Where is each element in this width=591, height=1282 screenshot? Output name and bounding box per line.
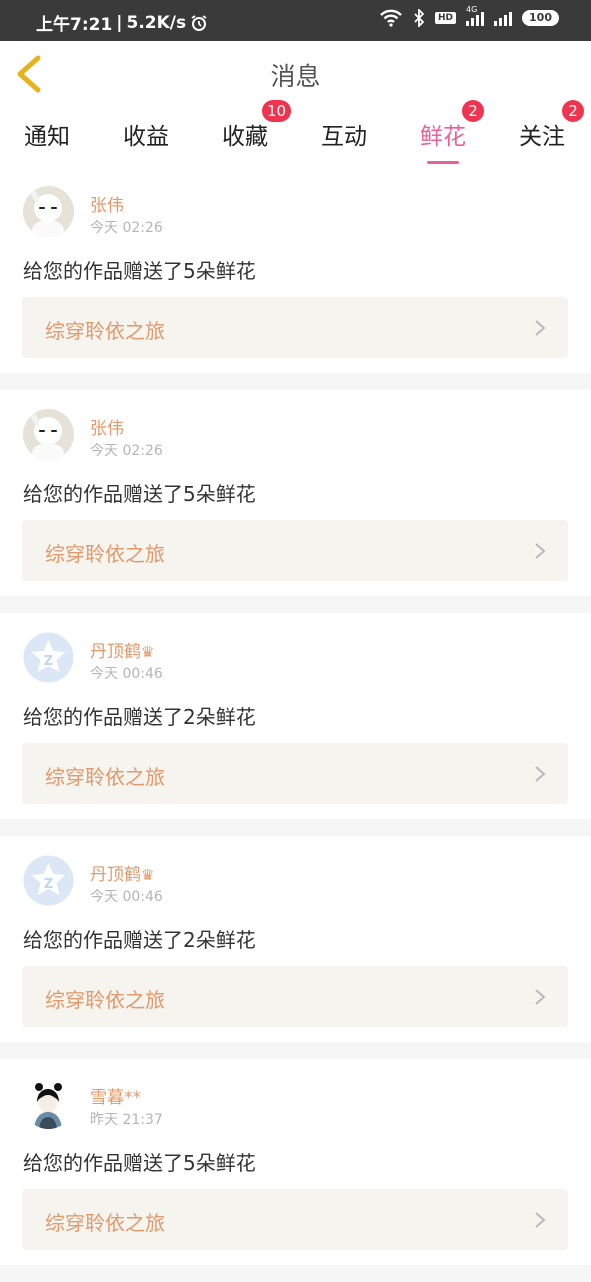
tab-label: 收益 xyxy=(123,124,169,150)
work-title: 综穿聆依之旅 xyxy=(45,765,165,789)
tab-bar: 通知 收益 收藏 10 互动 鲜花 2 关注 2 xyxy=(0,100,591,167)
following-badge: 2 xyxy=(562,100,584,122)
user-avatar[interactable] xyxy=(23,1078,74,1129)
chevron-right-icon xyxy=(535,1212,546,1228)
tab-label: 鲜花 xyxy=(420,124,466,150)
tab-favorites[interactable]: 收藏 10 xyxy=(222,100,292,151)
status-separator: | xyxy=(116,12,123,33)
page-title: 消息 xyxy=(270,62,321,91)
tab-label: 关注 xyxy=(519,124,565,150)
work-title: 综穿聆依之旅 xyxy=(45,1211,165,1235)
message-card: 张伟 今天 02:26 给您的作品赠送了5朵鲜花 综穿聆依之旅 xyxy=(0,167,591,373)
default-star-avatar-icon: Z xyxy=(23,855,74,906)
username-text: 张伟 xyxy=(90,196,124,216)
timestamp: 今天 00:46 xyxy=(90,889,163,905)
user-avatar[interactable]: Z xyxy=(23,632,74,683)
tab-label: 收藏 xyxy=(222,124,268,150)
signal-icon xyxy=(494,10,513,26)
work-title: 综穿聆依之旅 xyxy=(45,542,165,566)
tab-earnings[interactable]: 收益 xyxy=(123,117,169,151)
work-link[interactable]: 综穿聆依之旅 xyxy=(22,520,568,581)
message-card: 雪暮** 昨天 21:37 给您的作品赠送了5朵鲜花 综穿聆依之旅 xyxy=(0,1059,591,1265)
timestamp: 今天 02:26 xyxy=(90,220,163,236)
message-text: 给您的作品赠送了5朵鲜花 xyxy=(23,259,256,283)
status-right: HD 4G 100 xyxy=(379,5,559,27)
active-tab-indicator xyxy=(427,161,459,164)
tab-label: 互动 xyxy=(321,124,367,150)
message-text: 给您的作品赠送了5朵鲜花 xyxy=(23,1151,256,1175)
favorites-badge: 10 xyxy=(262,100,292,122)
message-card: Z 丹顶鹤♛ 今天 00:46 给您的作品赠送了2朵鲜花 综穿聆依之旅 xyxy=(0,613,591,819)
message-text: 给您的作品赠送了5朵鲜花 xyxy=(23,482,256,506)
svg-text:Z: Z xyxy=(44,877,53,892)
username[interactable]: 丹顶鹤♛ xyxy=(90,637,154,662)
message-text: 给您的作品赠送了2朵鲜花 xyxy=(23,705,256,729)
timestamp: 昨天 21:37 xyxy=(90,1112,163,1128)
message-card: Z 丹顶鹤♛ 今天 00:46 给您的作品赠送了2朵鲜花 综穿聆依之旅 xyxy=(0,836,591,1042)
timestamp: 今天 00:46 xyxy=(90,666,163,682)
crown-icon: ♛ xyxy=(141,643,155,661)
username[interactable]: 雪暮** xyxy=(90,1083,141,1108)
work-title: 综穿聆依之旅 xyxy=(45,319,165,343)
chevron-right-icon xyxy=(535,989,546,1005)
user-avatar[interactable] xyxy=(23,186,74,237)
wifi-icon xyxy=(379,9,403,27)
default-star-avatar-icon: Z xyxy=(23,632,74,683)
hd-icon: HD xyxy=(435,12,457,24)
tab-notifications[interactable]: 通知 xyxy=(24,117,70,151)
work-link[interactable]: 综穿聆依之旅 xyxy=(22,966,568,1027)
username-text: 雪暮** xyxy=(90,1088,141,1108)
username[interactable]: 张伟 xyxy=(90,414,124,439)
work-link[interactable]: 综穿聆依之旅 xyxy=(22,297,568,358)
bluetooth-icon xyxy=(413,9,425,27)
chevron-right-icon xyxy=(535,766,546,782)
tab-label: 通知 xyxy=(24,124,70,150)
username[interactable]: 丹顶鹤♛ xyxy=(90,860,154,885)
tab-interactions[interactable]: 互动 xyxy=(321,117,367,151)
work-link[interactable]: 综穿聆依之旅 xyxy=(22,1189,568,1250)
work-link[interactable]: 综穿聆依之旅 xyxy=(22,743,568,804)
message-card: 张伟 今天 02:26 给您的作品赠送了5朵鲜花 综穿聆依之旅 xyxy=(0,390,591,596)
user-avatar[interactable] xyxy=(23,409,74,460)
cartoon-person-avatar-icon xyxy=(23,1078,74,1129)
status-left: 上午7:21 | 5.2K/s xyxy=(36,10,208,35)
flower-message-list: 张伟 今天 02:26 给您的作品赠送了5朵鲜花 综穿聆依之旅 张伟 今天 02… xyxy=(0,167,591,1282)
white-doll-avatar-icon xyxy=(23,186,74,237)
svg-text:Z: Z xyxy=(44,654,53,669)
flowers-badge: 2 xyxy=(462,100,484,122)
tab-following[interactable]: 关注 2 xyxy=(519,100,584,151)
username[interactable]: 张伟 xyxy=(90,191,124,216)
work-title: 综穿聆依之旅 xyxy=(45,988,165,1012)
signal-4g-icon: 4G xyxy=(466,5,485,26)
alarm-icon xyxy=(190,14,208,32)
crown-icon: ♛ xyxy=(141,866,155,884)
tab-flowers[interactable]: 鲜花 2 xyxy=(420,100,484,164)
timestamp: 今天 02:26 xyxy=(90,443,163,459)
status-bar: 上午7:21 | 5.2K/s HD 4G 100 xyxy=(0,0,591,41)
username-text: 丹顶鹤 xyxy=(90,865,141,885)
username-text: 张伟 xyxy=(90,419,124,439)
battery-icon: 100 xyxy=(522,10,559,26)
user-avatar[interactable]: Z xyxy=(23,855,74,906)
username-text: 丹顶鹤 xyxy=(90,642,141,662)
network-speed: 5.2K/s xyxy=(126,12,187,33)
chevron-right-icon xyxy=(535,320,546,336)
status-time: 上午7:21 xyxy=(36,15,113,35)
chevron-right-icon xyxy=(535,543,546,559)
white-doll-avatar-icon xyxy=(23,409,74,460)
message-text: 给您的作品赠送了2朵鲜花 xyxy=(23,928,256,952)
header: 消息 xyxy=(0,41,591,108)
